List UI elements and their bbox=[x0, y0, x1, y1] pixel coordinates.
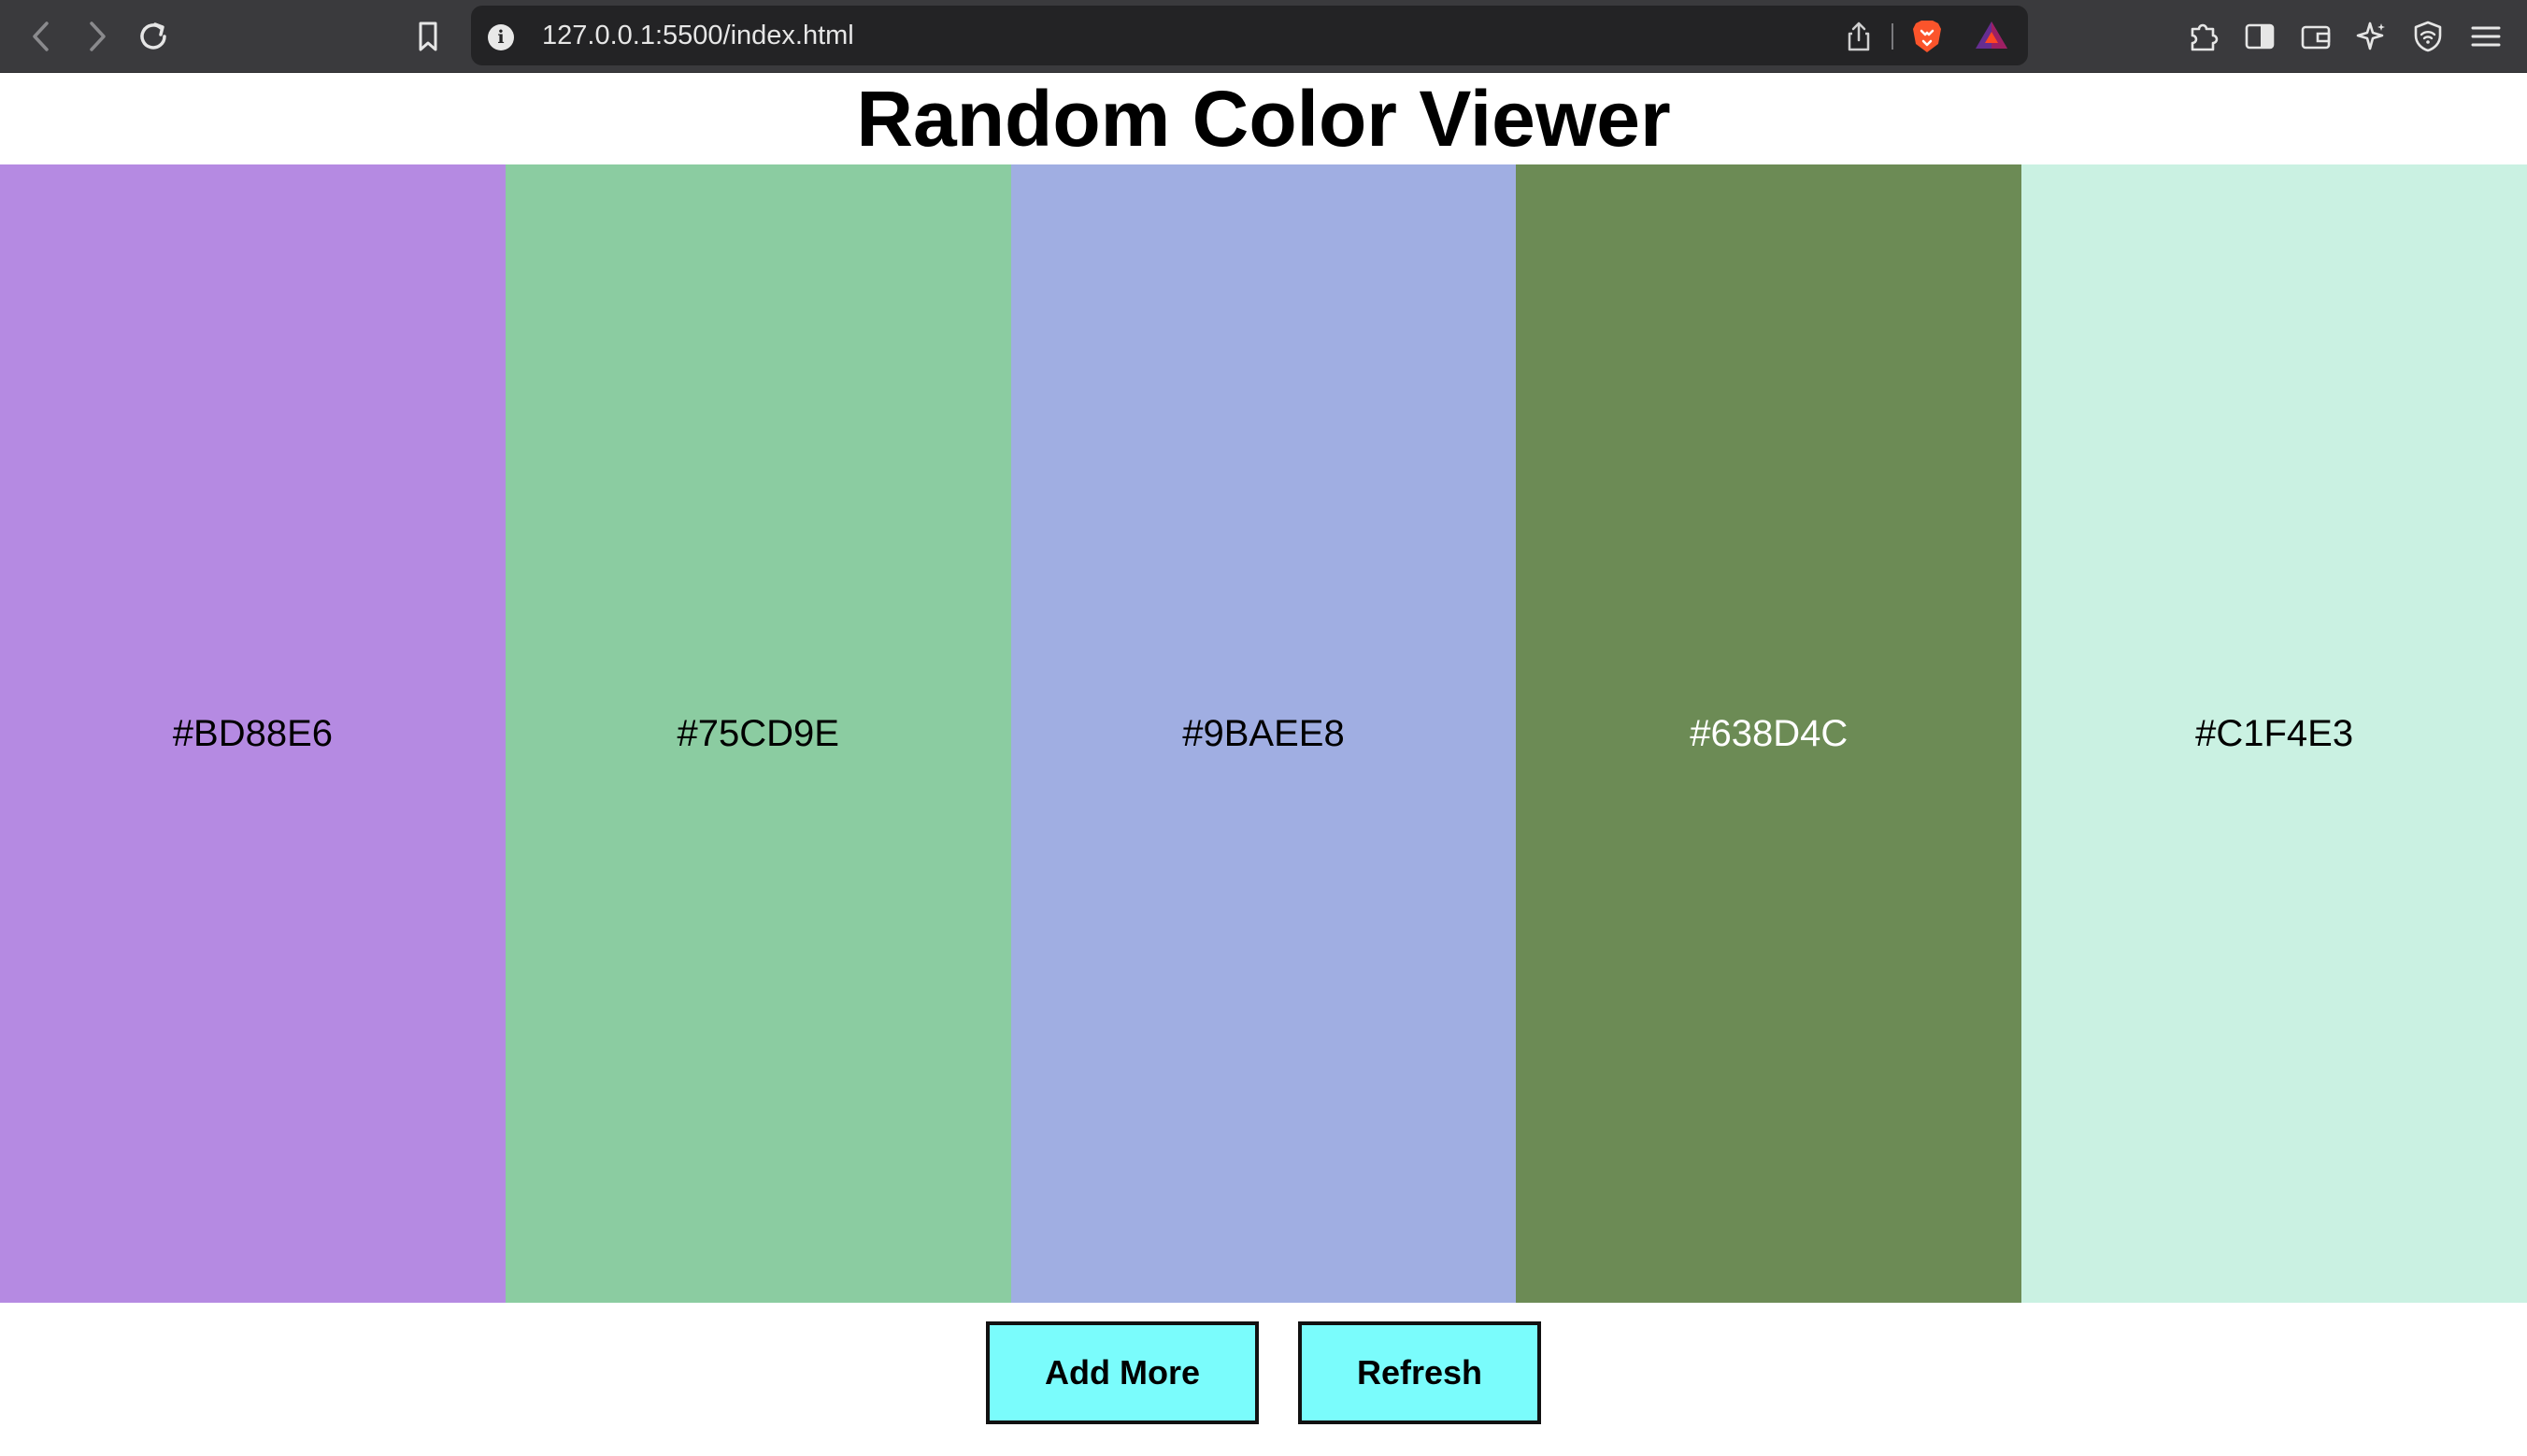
url-text[interactable]: 127.0.0.1:5500/index.html bbox=[542, 6, 854, 65]
color-swatch[interactable]: #9BAEE8 bbox=[1010, 164, 1517, 1303]
reload-icon[interactable] bbox=[133, 16, 174, 57]
browser-toolbar: i 127.0.0.1:5500/index.html bbox=[0, 0, 2527, 73]
info-icon[interactable]: i bbox=[488, 24, 514, 50]
sidebar-icon[interactable] bbox=[2239, 16, 2280, 57]
address-bar[interactable]: i 127.0.0.1:5500/index.html bbox=[471, 6, 2028, 65]
forward-arrow-icon[interactable] bbox=[77, 16, 118, 57]
share-icon[interactable] bbox=[1845, 21, 1873, 57]
puzzle-icon[interactable] bbox=[2183, 16, 2224, 57]
color-swatch[interactable]: #BD88E6 bbox=[0, 164, 506, 1303]
color-swatch[interactable]: #75CD9E bbox=[505, 164, 1011, 1303]
bat-triangle-icon[interactable] bbox=[1974, 19, 2009, 57]
wallet-icon[interactable] bbox=[2295, 16, 2336, 57]
page-title: Random Color Viewer bbox=[856, 75, 1671, 163]
hamburger-menu-icon[interactable] bbox=[2465, 16, 2506, 57]
color-hex-label: #638D4C bbox=[1690, 712, 1849, 754]
bookmark-icon[interactable] bbox=[407, 16, 449, 57]
color-hex-label: #9BAEE8 bbox=[1182, 712, 1345, 754]
color-hex-label: #BD88E6 bbox=[172, 712, 334, 754]
urlbar-divider bbox=[1892, 23, 1893, 50]
brave-lion-icon[interactable] bbox=[1910, 18, 1944, 60]
color-swatch[interactable]: #638D4C bbox=[1516, 164, 2022, 1303]
refresh-button[interactable]: Refresh bbox=[1298, 1321, 1541, 1424]
color-swatches: #BD88E6 #75CD9E #9BAEE8 #638D4C #C1F4E3 bbox=[0, 164, 2527, 1303]
add-more-button[interactable]: Add More bbox=[986, 1321, 1259, 1424]
color-hex-label: #75CD9E bbox=[677, 712, 839, 754]
color-hex-label: #C1F4E3 bbox=[2195, 712, 2354, 754]
button-row: Add More Refresh bbox=[0, 1321, 2527, 1424]
vpn-shield-icon[interactable] bbox=[2407, 16, 2448, 57]
page-content: Random Color Viewer #BD88E6 #75CD9E #9BA… bbox=[0, 73, 2527, 1456]
color-swatch[interactable]: #C1F4E3 bbox=[2021, 164, 2527, 1303]
back-arrow-icon[interactable] bbox=[21, 16, 62, 57]
sparkle-icon[interactable] bbox=[2351, 16, 2392, 57]
